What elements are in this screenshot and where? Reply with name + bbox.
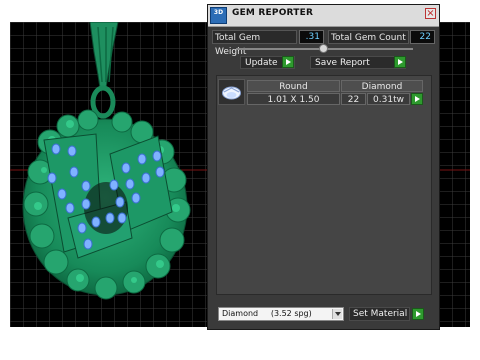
- material-select-value: Diamond (3.52 spg): [222, 309, 312, 318]
- set-material-button-label: Set Material: [353, 309, 408, 319]
- gem-reporter-panel: 3D GEM REPORTER × Total Gem Weight .31 T…: [207, 4, 440, 330]
- dropdown-arrow-icon[interactable]: [332, 309, 342, 319]
- total-gem-count-value: 22: [410, 30, 435, 44]
- column-header-material: Diamond: [341, 80, 423, 92]
- total-gem-weight-label: Total Gem Weight: [212, 30, 297, 57]
- save-report-button[interactable]: Save Report: [310, 56, 406, 69]
- round-gem-icon[interactable]: [218, 79, 245, 105]
- set-material-button[interactable]: Set Material: [349, 307, 410, 321]
- gem-weight-cell: 0.31tw: [367, 93, 410, 105]
- column-header-shape: Round: [247, 80, 340, 92]
- total-gem-count-label: Total Gem Count: [328, 30, 409, 44]
- play-arrow-icon[interactable]: [394, 56, 406, 68]
- panel-titlebar[interactable]: 3D GEM REPORTER ×: [208, 5, 439, 27]
- gem-list: Round Diamond 1.01 X 1.50 22 0.31tw: [216, 75, 432, 295]
- save-report-button-label: Save Report: [315, 58, 370, 68]
- material-select[interactable]: Diamond (3.52 spg): [218, 307, 344, 321]
- gem-size-cell: 1.01 X 1.50: [247, 93, 340, 105]
- play-arrow-icon[interactable]: [411, 93, 423, 105]
- play-arrow-icon[interactable]: [282, 56, 294, 68]
- play-arrow-icon[interactable]: [412, 308, 424, 320]
- panel-title: GEM REPORTER: [232, 8, 314, 18]
- total-gem-weight-value: .31: [299, 30, 324, 44]
- gem-reporter-app-icon: 3D: [210, 7, 227, 24]
- slider-thumb[interactable]: [319, 44, 328, 53]
- gem-count-cell: 22: [341, 93, 366, 105]
- close-icon[interactable]: ×: [425, 8, 436, 19]
- update-button-label: Update: [245, 58, 278, 68]
